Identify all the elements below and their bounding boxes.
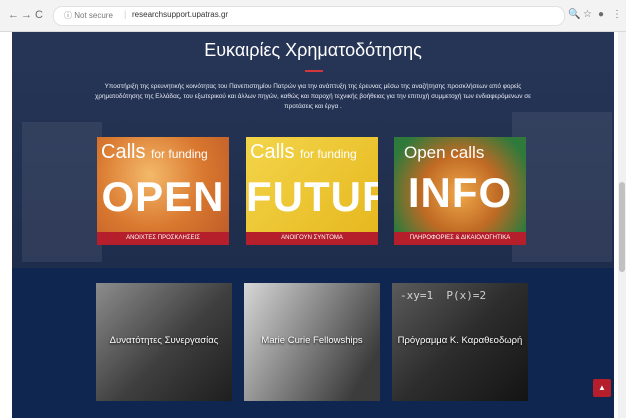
star-icon[interactable]: ☆ xyxy=(583,9,592,21)
card-label[interactable]: ΑΝΟΙΧΤΕΣ ΠΡΟΣΚΛΗΣΕΙΣ xyxy=(97,232,229,245)
open-calls-card[interactable]: Calls for funding OPEN ΑΝΟΙΧΤΕΣ ΠΡΟΣΚΛΗΣ… xyxy=(97,137,229,245)
page-scrollbar[interactable] xyxy=(618,32,626,418)
back-button[interactable]: ← xyxy=(8,9,19,21)
card-label[interactable]: ΠΛΗΡΟΦΟΡΙΕΣ & ΔΙΚΑΙΟΛΟΓΗΤΙΚΑ xyxy=(394,232,526,245)
card-big-text: OPEN xyxy=(101,173,225,220)
page-title: Ευκαιρίες Χρηματοδότησης xyxy=(204,40,422,60)
account-icon[interactable]: ● xyxy=(598,9,604,21)
chevron-up-icon: ▲ xyxy=(598,383,606,392)
background-building xyxy=(512,112,612,262)
url-separator: | xyxy=(124,9,127,19)
scroll-top-button[interactable]: ▲ xyxy=(593,379,611,397)
reload-button[interactable]: C xyxy=(35,9,43,21)
card-heading: Open calls xyxy=(404,143,485,162)
intro-text: Υποστήριξη της ερευνητικής κοινότητας το… xyxy=(95,83,531,110)
card-image: Calls for funding FUTURE xyxy=(246,137,378,232)
address-bar[interactable]: ⓘ Not secure | researchsupport.upatras.g… xyxy=(53,6,565,26)
card-heading: Calls for funding xyxy=(250,141,357,163)
card-image: Open calls INFO xyxy=(394,137,526,232)
info-icon: ⓘ xyxy=(64,11,72,20)
title-underline xyxy=(305,70,323,72)
info-calls-card[interactable]: Open calls INFO ΠΛΗΡΟΦΟΡΙΕΣ & ΔΙΚΑΙΟΛΟΓΗ… xyxy=(394,137,526,245)
tile-label[interactable]: Δυνατότητες Συνεργασίας xyxy=(96,335,232,346)
card-image: Calls for funding OPEN xyxy=(97,137,229,232)
search-icon[interactable]: 🔍 xyxy=(568,9,580,21)
background-building xyxy=(22,122,102,262)
forward-button[interactable]: → xyxy=(21,9,32,21)
browser-toolbar: ← → C ⓘ Not secure | researchsupport.upa… xyxy=(0,0,626,32)
tile-label[interactable]: Marie Curie Fellowships xyxy=(244,335,380,346)
future-calls-card[interactable]: Calls for funding FUTURE ΑΝΟΙΓΟΥΝ ΣΥΝΤΟΜ… xyxy=(246,137,378,245)
menu-icon[interactable]: ⋮ xyxy=(612,9,622,21)
caratheodory-tile[interactable]: -xy=1 P(x)=2 Πρόγραμμα Κ. Καραθεοδωρή xyxy=(392,283,528,401)
tile-label[interactable]: Πρόγραμμα Κ. Καραθεοδωρή xyxy=(392,335,528,346)
security-indicator[interactable]: ⓘ Not secure xyxy=(64,10,113,21)
card-big-text: FUTURE xyxy=(246,173,378,220)
card-label[interactable]: ΑΝΟΙΓΟΥΝ ΣΥΝΤΟΜΑ xyxy=(246,232,378,245)
funding-hero: Ευκαιρίες Χρηματοδότησης Υποστήριξη της … xyxy=(12,32,614,268)
url-text[interactable]: researchsupport.upatras.gr xyxy=(132,10,228,19)
chalkboard-decoration: -xy=1 P(x)=2 xyxy=(400,289,487,302)
scrollbar-thumb[interactable] xyxy=(619,182,625,272)
card-big-text: INFO xyxy=(407,169,513,216)
programs-section: Δυνατότητες Συνεργασίας Marie Curie Fell… xyxy=(12,268,614,418)
cooperation-tile[interactable]: Δυνατότητες Συνεργασίας xyxy=(96,283,232,401)
marie-curie-tile[interactable]: Marie Curie Fellowships xyxy=(244,283,380,401)
card-heading: Calls for funding xyxy=(101,141,208,163)
